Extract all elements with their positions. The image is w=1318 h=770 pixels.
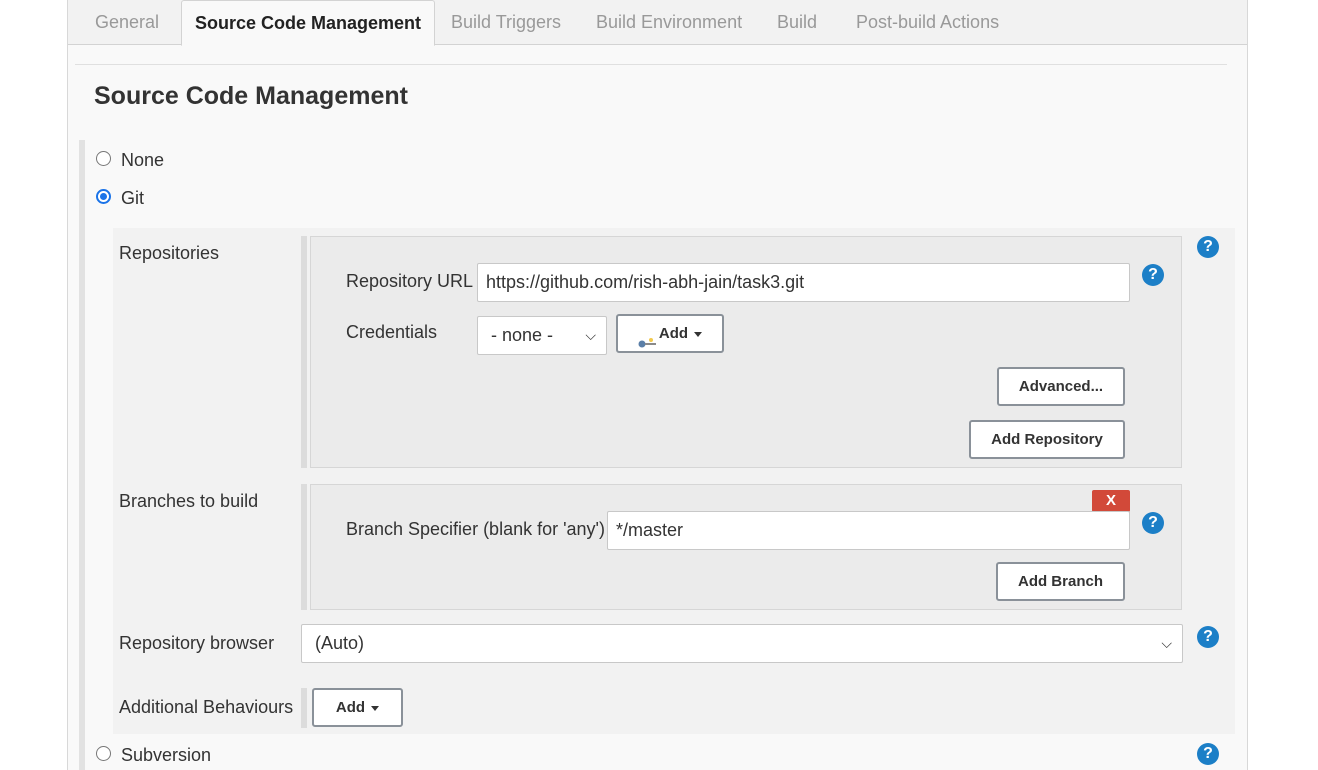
key-icon: [638, 328, 658, 348]
tab-bar: General Source Code Management Build Tri…: [68, 0, 1247, 46]
scm-subversion-radio[interactable]: [96, 746, 111, 761]
branch-specifier-input[interactable]: */master: [607, 511, 1130, 550]
section-divider: [75, 64, 1227, 65]
repository-url-help-icon[interactable]: ?: [1142, 264, 1164, 286]
additional-behaviours-add-button[interactable]: Add: [312, 688, 403, 727]
advanced-button[interactable]: Advanced...: [997, 367, 1125, 406]
caret-down-icon: [371, 705, 380, 711]
tab-post-build-actions[interactable]: Post-build Actions: [856, 0, 999, 45]
credentials-label: Credentials: [346, 322, 438, 342]
config-panel: General Source Code Management Build Tri…: [67, 0, 1248, 770]
tab-build-triggers[interactable]: Build Triggers: [451, 0, 561, 45]
delete-branch-button[interactable]: X: [1092, 490, 1130, 512]
additional-behaviours-label: Additional Behaviours: [119, 697, 294, 717]
credentials-select-value: - none -: [491, 325, 554, 345]
tab-source-code-management[interactable]: Source Code Management: [181, 0, 436, 46]
repositories-label: Repositories: [119, 243, 220, 263]
credentials-add-label: Add: [658, 325, 689, 342]
scm-none-label: None: [121, 150, 165, 170]
scm-none-radio[interactable]: [96, 151, 111, 166]
scm-git-label: Git: [121, 188, 145, 208]
caret-down-icon: [694, 331, 703, 337]
credentials-add-button[interactable]: Add: [616, 314, 724, 353]
branch-specifier-help-icon[interactable]: ?: [1142, 512, 1164, 534]
additional-add-label: Add: [335, 699, 366, 716]
additional-behaviours-bar: [301, 688, 307, 728]
repository-browser-label: Repository browser: [119, 633, 275, 653]
subversion-help-icon[interactable]: ?: [1197, 743, 1219, 765]
repository-url-input[interactable]: https://github.com/rish-abh-jain/task3.g…: [477, 263, 1130, 302]
branches-label: Branches to build: [119, 491, 259, 511]
credentials-select[interactable]: - none - ⌵: [477, 316, 607, 355]
chevron-down-icon: ⌵: [585, 327, 596, 343]
tab-build[interactable]: Build: [777, 0, 817, 45]
repository-browser-value: (Auto): [315, 633, 365, 653]
tab-build-environment[interactable]: Build Environment: [596, 0, 742, 45]
scm-section-bar: [79, 140, 85, 770]
repository-url-label: Repository URL: [346, 271, 474, 291]
scm-git-radio[interactable]: [96, 189, 111, 204]
chevron-down-icon: ⌵: [1161, 635, 1172, 651]
repositories-bar: [301, 236, 307, 468]
scm-subversion-label: Subversion: [121, 745, 212, 765]
repository-browser-help-icon[interactable]: ?: [1197, 626, 1219, 648]
add-repository-button[interactable]: Add Repository: [969, 420, 1125, 459]
section-title: Source Code Management: [94, 82, 408, 110]
tab-general[interactable]: General: [95, 0, 159, 45]
add-branch-button[interactable]: Add Branch: [996, 562, 1125, 601]
repositories-help-icon[interactable]: ?: [1197, 236, 1219, 258]
repository-browser-select[interactable]: (Auto) ⌵: [301, 624, 1183, 663]
branches-bar: [301, 484, 307, 610]
branch-specifier-label: Branch Specifier (blank for 'any'): [346, 519, 605, 539]
